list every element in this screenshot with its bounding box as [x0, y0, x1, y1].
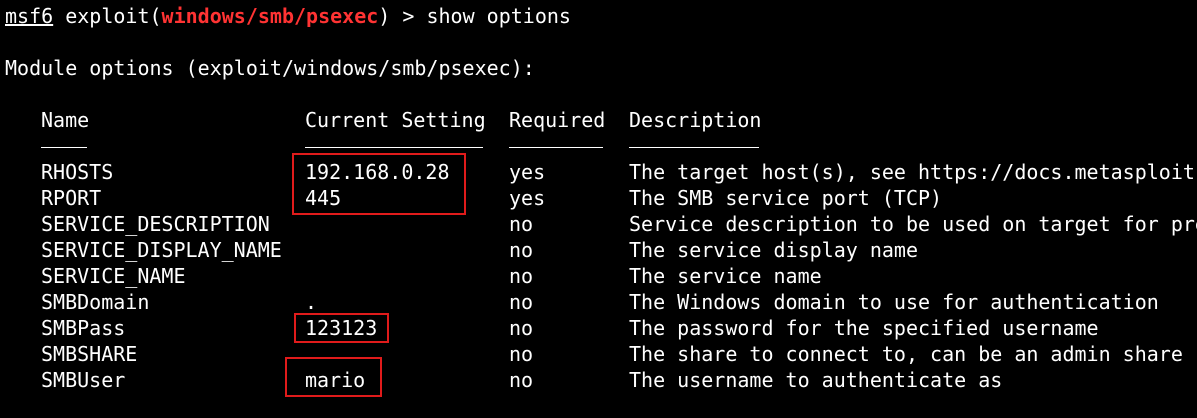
- prompt-exploit-close: ) >: [378, 4, 427, 28]
- column-underline-name: [41, 147, 87, 148]
- module-options-header: Module options (exploit/windows/smb/psex…: [5, 56, 535, 80]
- highlight-box-smbuser: [285, 357, 382, 397]
- option-description: Service description to be used on target…: [629, 212, 1197, 236]
- option-description: The password for the specified username: [629, 316, 1099, 340]
- column-underline-required: [509, 147, 603, 148]
- column-header-name: Name: [41, 108, 90, 132]
- highlight-box-smbpass: [294, 313, 389, 343]
- prompt-exploit-open: exploit(: [53, 4, 162, 28]
- option-description: The Windows domain to use for authentica…: [629, 290, 1159, 314]
- option-description: The username to authenticate as: [629, 368, 1003, 392]
- option-name: SERVICE_DESCRIPTION: [41, 212, 270, 236]
- option-description: The target host(s), see https://docs.met…: [629, 160, 1195, 184]
- option-setting: .: [305, 290, 318, 314]
- option-name: SERVICE_NAME: [41, 264, 186, 288]
- option-name: RPORT: [41, 186, 102, 210]
- option-required: no: [509, 342, 534, 366]
- prompt-prefix: msf6: [5, 4, 54, 28]
- option-description: The service display name: [629, 238, 918, 262]
- option-required: no: [509, 212, 534, 236]
- option-required: no: [509, 316, 534, 340]
- column-underline-description: [629, 147, 759, 148]
- option-required: no: [509, 290, 534, 314]
- option-required: yes: [509, 160, 546, 184]
- option-name: SMBUser: [41, 368, 126, 392]
- option-description: The share to connect to, can be an admin…: [629, 342, 1197, 366]
- prompt-command: show options: [426, 4, 571, 28]
- option-name: SMBPass: [41, 316, 126, 340]
- option-name: SMBDomain: [41, 290, 150, 314]
- option-required: no: [509, 264, 534, 288]
- highlight-box-rhosts-rport: [292, 153, 466, 215]
- option-name: RHOSTS: [41, 160, 114, 184]
- option-description: The service name: [629, 264, 822, 288]
- terminal-window[interactable]: msf6 exploit(windows/smb/psexec) > show …: [0, 0, 1197, 418]
- column-underline-current-setting: [305, 147, 483, 148]
- option-required: no: [509, 238, 534, 262]
- option-required: no: [509, 368, 534, 392]
- column-header-required: Required: [509, 108, 606, 132]
- column-header-description: Description: [629, 108, 762, 132]
- prompt-line: msf6 exploit(windows/smb/psexec) > show …: [5, 3, 571, 29]
- option-name: SMBSHARE: [41, 342, 138, 366]
- prompt-module: windows/smb/psexec: [161, 4, 379, 28]
- option-name: SERVICE_DISPLAY_NAME: [41, 238, 282, 262]
- option-description: The SMB service port (TCP): [629, 186, 943, 210]
- column-header-current-setting: Current Setting: [305, 108, 486, 132]
- option-required: yes: [509, 186, 546, 210]
